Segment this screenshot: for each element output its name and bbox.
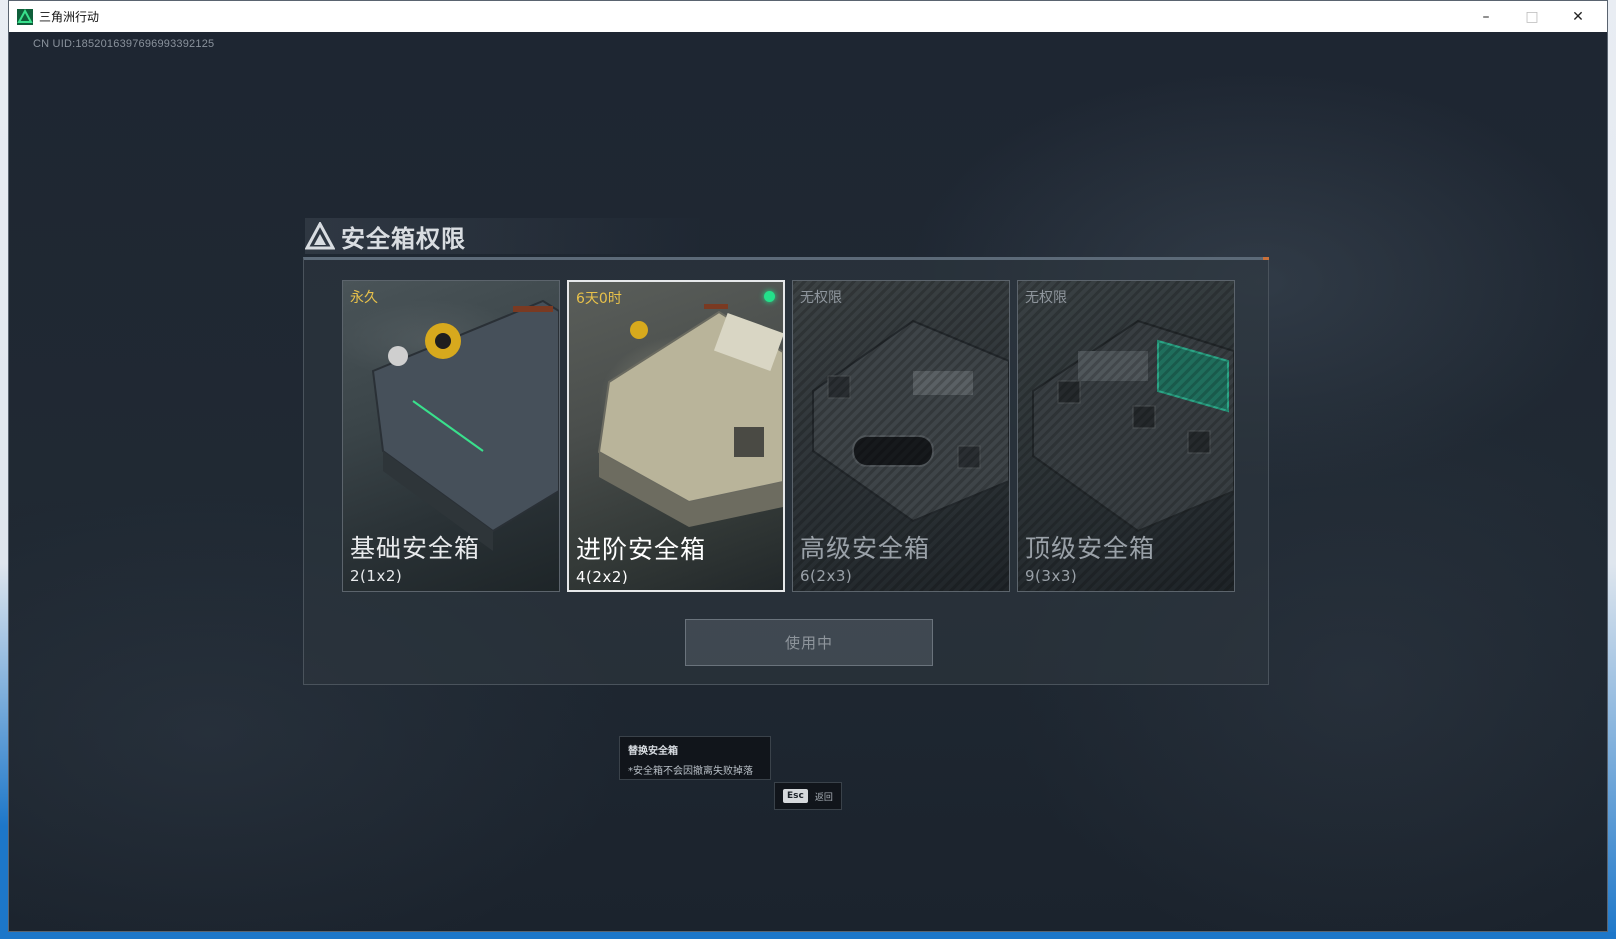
card-name: 进阶安全箱 bbox=[576, 535, 707, 564]
close-icon: ✕ bbox=[1572, 8, 1584, 25]
in-use-button-label: 使用中 bbox=[784, 634, 833, 652]
card-tag-locked: 无权限 bbox=[1025, 290, 1067, 306]
card-name: 高级安全箱 bbox=[800, 534, 931, 563]
game-viewport: CN UID:1852016397696993392125 安全箱权限 永久 基… bbox=[9, 32, 1607, 931]
delta-triangle-icon bbox=[305, 222, 335, 250]
maximize-icon: □ bbox=[1525, 8, 1539, 25]
in-use-indicator bbox=[764, 291, 775, 302]
in-use-button[interactable]: 使用中 bbox=[685, 619, 933, 666]
maximize-button[interactable]: □ bbox=[1509, 1, 1555, 32]
card-tag-duration: 6天0时 bbox=[576, 291, 622, 307]
app-logo-icon bbox=[17, 8, 33, 25]
title-bar[interactable]: 三角洲行动 – □ ✕ bbox=[9, 1, 1607, 32]
card-size: 9(3x3) bbox=[1025, 567, 1078, 585]
card-size: 6(2x3) bbox=[800, 567, 853, 585]
desktop-right-strip bbox=[1608, 0, 1616, 939]
tooltip-note: *安全箱不会因撤离失败掉落 bbox=[628, 766, 753, 777]
tooltip-title: 替换安全箱 bbox=[628, 746, 678, 757]
card-size: 4(2x2) bbox=[576, 568, 629, 586]
game-window: 三角洲行动 – □ ✕ CN UID:185201639769699339212… bbox=[8, 0, 1608, 932]
card-name: 基础安全箱 bbox=[350, 534, 481, 563]
uid-label: CN UID:1852016397696993392125 bbox=[33, 38, 215, 50]
card-tag-locked: 无权限 bbox=[800, 290, 842, 306]
minimize-button[interactable]: – bbox=[1463, 1, 1509, 32]
card-size: 2(1x2) bbox=[350, 567, 403, 585]
safebox-card-premium[interactable]: 无权限 高级安全箱 6(2x3) bbox=[792, 280, 1010, 592]
card-tag-permanent: 永久 bbox=[350, 290, 378, 306]
close-button[interactable]: ✕ bbox=[1555, 1, 1601, 32]
esc-back-label: 返回 bbox=[814, 792, 833, 803]
desktop-left-strip bbox=[0, 0, 8, 939]
esc-back-hint[interactable]: Esc 返回 bbox=[774, 782, 842, 810]
window-title: 三角洲行动 bbox=[39, 10, 100, 24]
panel-accent-mark bbox=[1263, 257, 1269, 260]
safebox-card-top[interactable]: 无权限 顶级安全箱 9(3x3) bbox=[1017, 280, 1235, 592]
minimize-icon: – bbox=[1482, 8, 1490, 25]
replace-safebox-tooltip: 替换安全箱 *安全箱不会因撤离失败掉落 bbox=[619, 736, 771, 780]
panel-header: 安全箱权限 bbox=[305, 218, 705, 254]
esc-key-badge: Esc bbox=[783, 789, 808, 803]
panel-title: 安全箱权限 bbox=[341, 224, 466, 253]
card-name: 顶级安全箱 bbox=[1025, 534, 1156, 563]
safebox-card-basic[interactable]: 永久 基础安全箱 2(1x2) bbox=[342, 280, 560, 592]
desktop-taskbar-strip bbox=[0, 932, 1616, 939]
safebox-card-advanced[interactable]: 6天0时 进阶安全箱 4(2x2) bbox=[567, 280, 785, 592]
